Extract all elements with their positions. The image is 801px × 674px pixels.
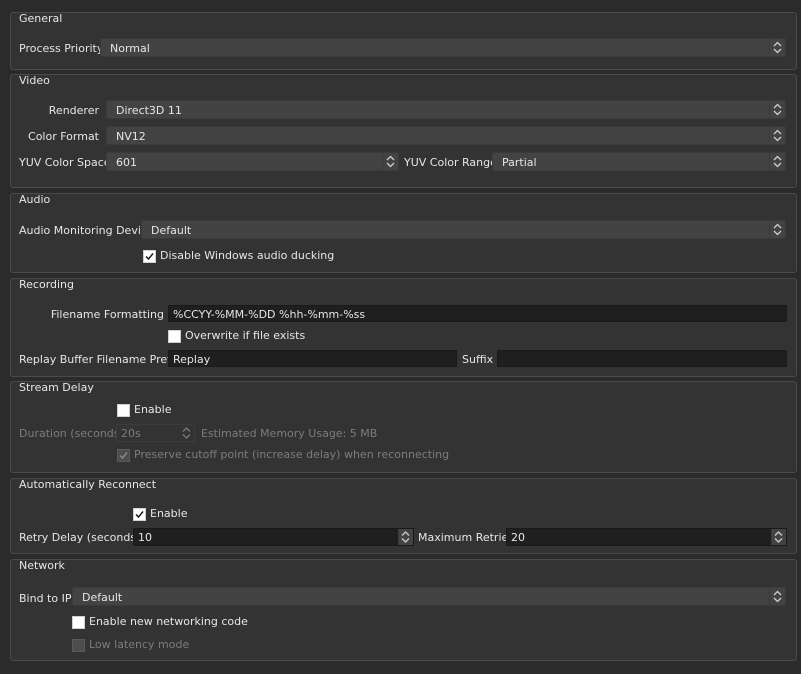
checkbox-label: Low latency mode [89,638,190,651]
bind-to-ip-label: Bind to IP [19,592,72,605]
select-value: 601 [116,156,137,169]
input-value: Replay [173,353,211,366]
checkbox-label: Preserve cutoff point (increase delay) w… [134,448,450,461]
group-title: General [19,12,63,25]
checkbox-box [133,508,146,521]
checkbox-label: Overwrite if file exists [185,329,306,342]
select-value: Normal [110,42,150,55]
updown-icon [179,425,194,441]
checkbox-label: Enable new networking code [89,615,248,628]
bind-to-ip-select[interactable]: Default [72,587,786,606]
checkbox-box [143,250,156,263]
group-audio: Audio Audio Monitoring Device Default Di… [10,193,797,273]
suffix-input[interactable] [497,350,787,367]
checkbox-box [72,639,85,652]
audio-monitoring-select[interactable]: Default [141,220,786,239]
retry-delay-label: Retry Delay (seconds) [19,531,141,544]
group-title: Recording [19,278,75,291]
duration-label: Duration (seconds) [19,427,124,440]
yuv-color-space-label: YUV Color Space [19,156,111,169]
renderer-label: Renderer [48,104,99,117]
select-value: NV12 [116,130,146,143]
group-auto-reconnect: Automatically Reconnect Enable Retry Del… [10,478,797,554]
color-format-select[interactable]: NV12 [106,126,786,145]
group-title: Video [19,74,50,87]
updown-icon [769,39,785,56]
max-retries-spinbox[interactable]: 20 [506,528,787,546]
duration-spinbox[interactable]: 20s [116,424,195,442]
yuv-color-range-label: YUV Color Range [404,156,497,169]
group-video: Video Renderer Direct3D 11 Color Format … [10,74,797,188]
suffix-label: Suffix [462,353,494,366]
checkbox-box [117,449,130,462]
retry-delay-spinbox[interactable]: 10 [133,528,414,546]
filename-formatting-input[interactable]: %CCYY-%MM-%DD %hh-%mm-%ss [168,305,787,322]
group-network: Network Bind to IP Default Enable new ne… [10,559,797,661]
updown-icon [769,153,785,170]
checkmark-icon [119,452,128,460]
updown-icon [769,588,785,605]
updown-icon [769,101,785,118]
group-title: Stream Delay [19,381,94,394]
yuv-color-space-select[interactable]: 601 [106,152,399,171]
audio-monitoring-label: Audio Monitoring Device [19,224,154,237]
select-value: Default [82,591,123,604]
replay-prefix-label: Replay Buffer Filename Prefix [19,353,181,366]
updown-icon [771,529,786,545]
checkbox-label: Enable [150,507,188,520]
spinbox-value: 10 [138,531,152,544]
group-title: Automatically Reconnect [19,478,157,491]
input-value: %CCYY-%MM-%DD %hh-%mm-%ss [173,308,366,321]
spinbox-value: 20s [121,427,141,440]
updown-icon [382,153,398,170]
replay-prefix-input[interactable]: Replay [168,350,457,367]
updown-icon [398,529,413,545]
select-value: Partial [502,156,537,169]
group-title: Network [19,559,65,572]
checkbox-label: Disable Windows audio ducking [160,249,335,262]
renderer-select[interactable]: Direct3D 11 [106,100,786,119]
checkmark-icon [135,511,144,519]
process-priority-label: Process Priority [19,42,104,55]
max-retries-label: Maximum Retries [418,531,515,544]
group-recording: Recording Filename Formatting %CCYY-%MM-… [10,278,797,377]
checkbox-box [117,404,130,417]
updown-icon [769,127,785,144]
group-stream-delay: Stream Delay Enable Duration (seconds) 2… [10,381,797,473]
checkmark-icon [145,253,154,261]
group-general: General Process Priority Normal [10,12,797,70]
process-priority-select[interactable]: Normal [100,38,786,57]
spinbox-value: 20 [511,531,525,544]
select-value: Default [151,224,192,237]
checkbox-label: Enable [134,403,172,416]
checkbox-box [72,616,85,629]
color-format-label: Color Format [28,130,99,143]
group-title: Audio [19,193,51,206]
filename-formatting-label: Filename Formatting [50,308,164,321]
updown-icon [769,221,785,238]
memory-usage-label: Estimated Memory Usage: 5 MB [201,427,378,440]
checkbox-box [168,330,181,343]
yuv-color-range-select[interactable]: Partial [492,152,786,171]
select-value: Direct3D 11 [116,104,182,117]
